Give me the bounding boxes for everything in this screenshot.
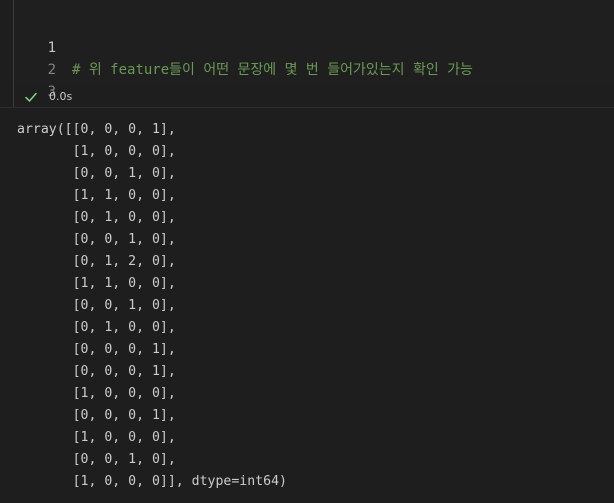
output-line: array([[0, 0, 0, 1],	[17, 122, 176, 137]
output-line: [0, 0, 1, 0],	[17, 232, 176, 247]
code-line-1[interactable]: 1 # 위 feature들이 어떤 문장에 몇 번 들어가있는지 확인 가능	[14, 15, 614, 78]
code-editor[interactable]: 1 # 위 feature들이 어떤 문장에 몇 번 들어가있는지 확인 가능 …	[14, 0, 614, 122]
output-line: [0, 0, 1, 0],	[17, 298, 176, 313]
output-line: [0, 0, 0, 1],	[17, 408, 176, 423]
cell-output[interactable]: array([[0, 0, 0, 1], [1, 0, 0, 0], [0, 0…	[0, 108, 614, 503]
output-line: [1, 0, 0, 0]], dtype=int64)	[17, 474, 287, 489]
output-line: [0, 1, 0, 0],	[17, 210, 176, 225]
output-line: [1, 0, 0, 0],	[17, 386, 176, 401]
output-line: [0, 0, 0, 1],	[17, 342, 176, 357]
output-line: [0, 0, 1, 0],	[17, 452, 176, 467]
code-cell[interactable]: 1 # 위 feature들이 어떤 문장에 몇 번 들어가있는지 확인 가능 …	[0, 0, 614, 122]
output-line: [1, 1, 0, 0],	[17, 276, 176, 291]
output-line: [1, 0, 0, 0],	[17, 144, 176, 159]
execution-time: 0.0s	[49, 90, 73, 103]
output-text[interactable]: array([[0, 0, 0, 1], [1, 0, 0, 0], [0, 0…	[17, 119, 287, 493]
output-line: [0, 1, 2, 0],	[17, 254, 176, 269]
code-line-3[interactable]: 3 X.toarray().transpose()	[14, 59, 614, 122]
output-line: [1, 0, 0, 0],	[17, 430, 176, 445]
output-line: [0, 0, 1, 0],	[17, 166, 176, 181]
cell-execution-status: 0.0s	[14, 86, 614, 107]
output-line: [1, 1, 0, 0],	[17, 188, 176, 203]
check-icon	[25, 92, 37, 102]
output-line: [0, 1, 0, 0],	[17, 320, 176, 335]
output-line: [0, 0, 0, 1],	[17, 364, 176, 379]
code-line-2[interactable]: 2	[14, 37, 614, 78]
